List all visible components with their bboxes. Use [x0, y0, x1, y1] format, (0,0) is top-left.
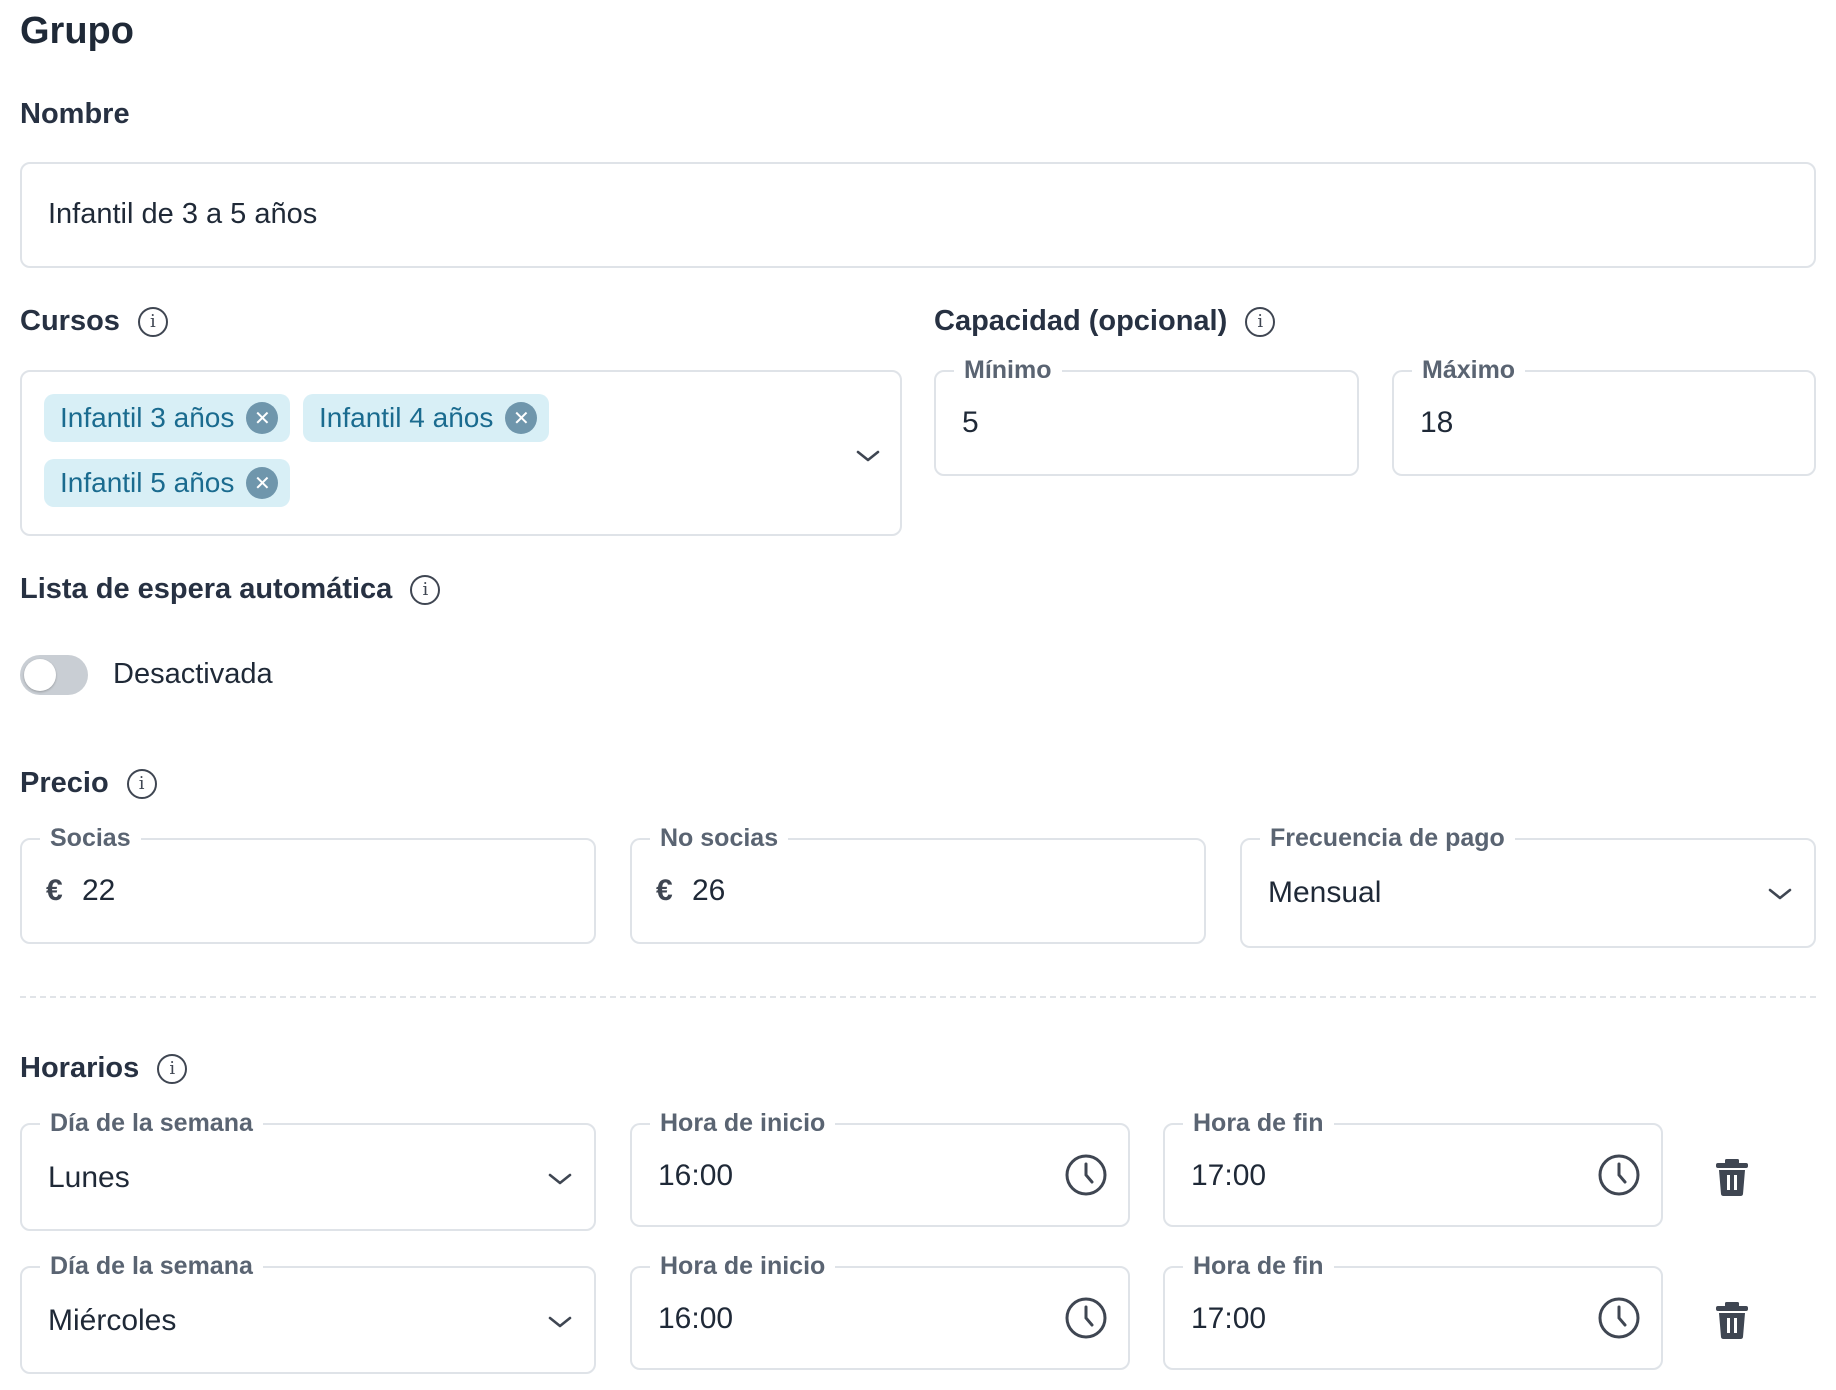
hora-fin-value: 17:00: [1191, 1302, 1267, 1335]
clock-icon[interactable]: [1064, 1296, 1108, 1340]
chevron-down-icon[interactable]: [546, 1171, 574, 1187]
capacidad-minimo-input[interactable]: Mínimo 5: [934, 352, 1359, 476]
lista-espera-toggle[interactable]: [20, 655, 88, 695]
hora-fin-label: Hora de fin: [1183, 1248, 1334, 1284]
dia-semana-select[interactable]: Día de la semana Lunes: [20, 1105, 596, 1231]
dia-value: Lunes: [48, 1161, 130, 1194]
nosocias-label: No socias: [650, 820, 789, 856]
chip-label: Infantil 3 años: [60, 402, 235, 433]
chevron-down-icon[interactable]: [854, 448, 882, 464]
chip-infantil-5: Infantil 5 años ✕: [44, 459, 291, 507]
hora-fin-value: 17:00: [1191, 1159, 1267, 1192]
chip-label: Infantil 4 años: [319, 402, 494, 433]
hora-inicio-label: Hora de inicio: [650, 1248, 836, 1284]
toggle-status-text: Desactivada: [113, 658, 273, 690]
lista-espera-label: Lista de espera automática i: [20, 573, 441, 606]
minimo-label: Mínimo: [954, 352, 1062, 388]
chevron-down-icon[interactable]: [546, 1314, 574, 1330]
capacidad-label: Capacidad (opcional) i: [934, 305, 1276, 338]
section-divider: [20, 996, 1816, 998]
frecuencia-label: Frecuencia de pago: [1260, 820, 1515, 856]
hora-inicio-value: 16:00: [658, 1302, 734, 1335]
cursos-label: Cursos i: [20, 305, 168, 338]
chip-infantil-4: Infantil 4 años ✕: [303, 394, 550, 442]
currency-symbol: €: [656, 874, 673, 907]
trash-icon[interactable]: [1714, 1157, 1750, 1197]
horarios-label: Horarios i: [20, 1052, 188, 1085]
minimo-value: 5: [962, 406, 979, 439]
dia-semana-select[interactable]: Día de la semana Miércoles: [20, 1248, 596, 1374]
maximo-value: 18: [1420, 406, 1454, 439]
trash-icon[interactable]: [1714, 1300, 1750, 1340]
nosocias-value: 26: [692, 874, 726, 907]
chevron-down-icon[interactable]: [1766, 886, 1794, 902]
hora-fin-label: Hora de fin: [1183, 1105, 1334, 1141]
clock-icon[interactable]: [1597, 1296, 1641, 1340]
info-icon[interactable]: i: [126, 768, 157, 799]
close-icon[interactable]: ✕: [246, 467, 279, 499]
page-title: Grupo: [20, 10, 134, 52]
dia-value: Miércoles: [48, 1304, 177, 1337]
hora-inicio-label: Hora de inicio: [650, 1105, 836, 1141]
capacidad-maximo-input[interactable]: Máximo 18: [1392, 352, 1816, 476]
info-icon[interactable]: i: [410, 574, 441, 605]
nombre-input[interactable]: Infantil de 3 a 5 años: [20, 162, 1816, 268]
hora-inicio-input[interactable]: Hora de inicio 16:00: [630, 1248, 1130, 1370]
cursos-select[interactable]: Infantil 3 años ✕ Infantil 4 años ✕ Infa…: [20, 370, 902, 536]
toggle-knob: [24, 659, 56, 691]
info-icon[interactable]: i: [157, 1053, 188, 1084]
close-icon[interactable]: ✕: [505, 402, 538, 434]
hora-fin-input[interactable]: Hora de fin 17:00: [1163, 1248, 1663, 1370]
socias-value: 22: [82, 874, 116, 907]
dia-label: Día de la semana: [40, 1248, 263, 1284]
precio-nosocias-input[interactable]: No socias € 26: [630, 820, 1206, 944]
hora-fin-input[interactable]: Hora de fin 17:00: [1163, 1105, 1663, 1227]
nombre-label: Nombre: [20, 98, 130, 130]
maximo-label: Máximo: [1412, 352, 1526, 388]
nombre-value: Infantil de 3 a 5 años: [48, 198, 318, 230]
frecuencia-pago-select[interactable]: Frecuencia de pago Mensual: [1240, 820, 1816, 948]
hora-inicio-input[interactable]: Hora de inicio 16:00: [630, 1105, 1130, 1227]
socias-label: Socias: [40, 820, 141, 856]
info-icon[interactable]: i: [137, 306, 168, 337]
info-icon[interactable]: i: [1245, 306, 1276, 337]
precio-socias-input[interactable]: Socias € 22: [20, 820, 596, 944]
close-icon[interactable]: ✕: [246, 402, 279, 434]
frecuencia-value: Mensual: [1268, 876, 1382, 909]
currency-symbol: €: [46, 874, 63, 907]
chip-label: Infantil 5 años: [60, 467, 235, 498]
hora-inicio-value: 16:00: [658, 1159, 734, 1192]
chip-infantil-3: Infantil 3 años ✕: [44, 394, 291, 442]
precio-label: Precio i: [20, 767, 157, 800]
clock-icon[interactable]: [1064, 1153, 1108, 1197]
clock-icon[interactable]: [1597, 1153, 1641, 1197]
dia-label: Día de la semana: [40, 1105, 263, 1141]
